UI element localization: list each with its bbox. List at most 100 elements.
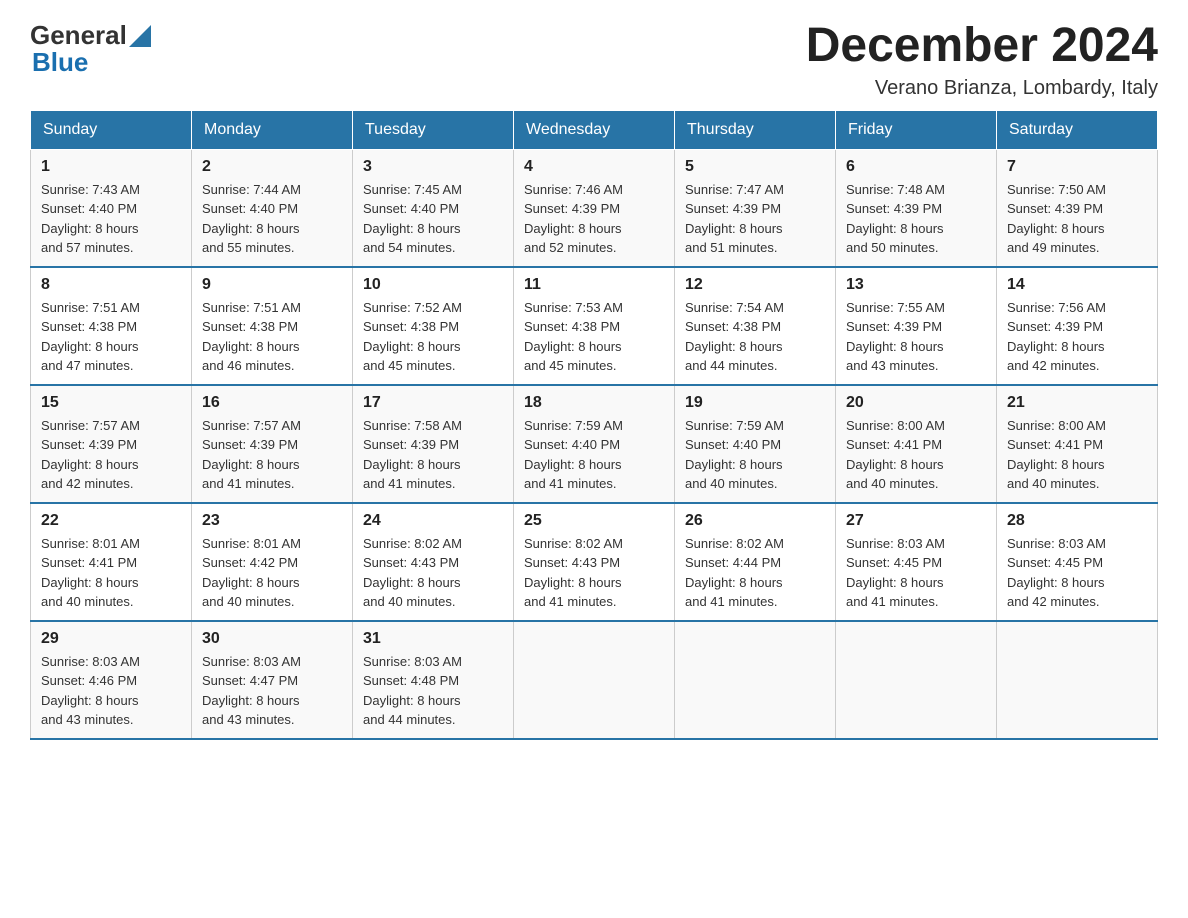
day-info: Sunrise: 7:56 AM Sunset: 4:39 PM Dayligh… — [1007, 298, 1147, 376]
table-row — [514, 621, 675, 739]
table-row: 12 Sunrise: 7:54 AM Sunset: 4:38 PM Dayl… — [675, 267, 836, 385]
day-info: Sunrise: 7:45 AM Sunset: 4:40 PM Dayligh… — [363, 180, 503, 258]
table-row: 17 Sunrise: 7:58 AM Sunset: 4:39 PM Dayl… — [353, 385, 514, 503]
table-row: 14 Sunrise: 7:56 AM Sunset: 4:39 PM Dayl… — [997, 267, 1158, 385]
day-info: Sunrise: 7:57 AM Sunset: 4:39 PM Dayligh… — [41, 416, 181, 494]
day-number: 21 — [1007, 394, 1147, 412]
day-number: 27 — [846, 512, 986, 530]
day-info: Sunrise: 7:58 AM Sunset: 4:39 PM Dayligh… — [363, 416, 503, 494]
calendar-week-row: 1 Sunrise: 7:43 AM Sunset: 4:40 PM Dayli… — [31, 149, 1158, 267]
col-friday: Friday — [836, 110, 997, 149]
location-text: Verano Brianza, Lombardy, Italy — [806, 77, 1158, 100]
day-info: Sunrise: 7:51 AM Sunset: 4:38 PM Dayligh… — [41, 298, 181, 376]
day-number: 28 — [1007, 512, 1147, 530]
table-row: 27 Sunrise: 8:03 AM Sunset: 4:45 PM Dayl… — [836, 503, 997, 621]
day-info: Sunrise: 8:02 AM Sunset: 4:43 PM Dayligh… — [363, 534, 503, 612]
day-number: 4 — [524, 158, 664, 176]
logo: General Blue — [30, 20, 151, 78]
day-info: Sunrise: 7:46 AM Sunset: 4:39 PM Dayligh… — [524, 180, 664, 258]
table-row: 15 Sunrise: 7:57 AM Sunset: 4:39 PM Dayl… — [31, 385, 192, 503]
day-number: 5 — [685, 158, 825, 176]
day-info: Sunrise: 8:00 AM Sunset: 4:41 PM Dayligh… — [1007, 416, 1147, 494]
col-sunday: Sunday — [31, 110, 192, 149]
day-number: 13 — [846, 276, 986, 294]
day-number: 22 — [41, 512, 181, 530]
day-info: Sunrise: 7:55 AM Sunset: 4:39 PM Dayligh… — [846, 298, 986, 376]
table-row — [836, 621, 997, 739]
table-row: 13 Sunrise: 7:55 AM Sunset: 4:39 PM Dayl… — [836, 267, 997, 385]
day-number: 15 — [41, 394, 181, 412]
logo-blue-text: Blue — [32, 47, 88, 78]
table-row: 23 Sunrise: 8:01 AM Sunset: 4:42 PM Dayl… — [192, 503, 353, 621]
table-row: 24 Sunrise: 8:02 AM Sunset: 4:43 PM Dayl… — [353, 503, 514, 621]
table-row: 18 Sunrise: 7:59 AM Sunset: 4:40 PM Dayl… — [514, 385, 675, 503]
table-row: 28 Sunrise: 8:03 AM Sunset: 4:45 PM Dayl… — [997, 503, 1158, 621]
title-block: December 2024 Verano Brianza, Lombardy, … — [806, 20, 1158, 100]
day-number: 18 — [524, 394, 664, 412]
day-info: Sunrise: 7:48 AM Sunset: 4:39 PM Dayligh… — [846, 180, 986, 258]
day-number: 16 — [202, 394, 342, 412]
calendar-header-row: Sunday Monday Tuesday Wednesday Thursday… — [31, 110, 1158, 149]
day-number: 2 — [202, 158, 342, 176]
calendar-table: Sunday Monday Tuesday Wednesday Thursday… — [30, 110, 1158, 740]
table-row: 31 Sunrise: 8:03 AM Sunset: 4:48 PM Dayl… — [353, 621, 514, 739]
day-info: Sunrise: 8:03 AM Sunset: 4:46 PM Dayligh… — [41, 652, 181, 730]
day-info: Sunrise: 8:01 AM Sunset: 4:42 PM Dayligh… — [202, 534, 342, 612]
day-info: Sunrise: 8:00 AM Sunset: 4:41 PM Dayligh… — [846, 416, 986, 494]
day-number: 19 — [685, 394, 825, 412]
month-title: December 2024 — [806, 20, 1158, 73]
table-row: 25 Sunrise: 8:02 AM Sunset: 4:43 PM Dayl… — [514, 503, 675, 621]
table-row: 8 Sunrise: 7:51 AM Sunset: 4:38 PM Dayli… — [31, 267, 192, 385]
day-number: 17 — [363, 394, 503, 412]
day-number: 10 — [363, 276, 503, 294]
day-number: 26 — [685, 512, 825, 530]
table-row: 10 Sunrise: 7:52 AM Sunset: 4:38 PM Dayl… — [353, 267, 514, 385]
day-info: Sunrise: 8:01 AM Sunset: 4:41 PM Dayligh… — [41, 534, 181, 612]
table-row: 11 Sunrise: 7:53 AM Sunset: 4:38 PM Dayl… — [514, 267, 675, 385]
table-row: 9 Sunrise: 7:51 AM Sunset: 4:38 PM Dayli… — [192, 267, 353, 385]
table-row: 21 Sunrise: 8:00 AM Sunset: 4:41 PM Dayl… — [997, 385, 1158, 503]
day-number: 3 — [363, 158, 503, 176]
table-row: 1 Sunrise: 7:43 AM Sunset: 4:40 PM Dayli… — [31, 149, 192, 267]
day-info: Sunrise: 8:03 AM Sunset: 4:45 PM Dayligh… — [1007, 534, 1147, 612]
table-row: 6 Sunrise: 7:48 AM Sunset: 4:39 PM Dayli… — [836, 149, 997, 267]
day-number: 11 — [524, 276, 664, 294]
table-row: 16 Sunrise: 7:57 AM Sunset: 4:39 PM Dayl… — [192, 385, 353, 503]
day-number: 12 — [685, 276, 825, 294]
day-info: Sunrise: 7:57 AM Sunset: 4:39 PM Dayligh… — [202, 416, 342, 494]
day-info: Sunrise: 7:43 AM Sunset: 4:40 PM Dayligh… — [41, 180, 181, 258]
col-tuesday: Tuesday — [353, 110, 514, 149]
table-row: 30 Sunrise: 8:03 AM Sunset: 4:47 PM Dayl… — [192, 621, 353, 739]
day-info: Sunrise: 7:52 AM Sunset: 4:38 PM Dayligh… — [363, 298, 503, 376]
day-info: Sunrise: 7:54 AM Sunset: 4:38 PM Dayligh… — [685, 298, 825, 376]
day-number: 1 — [41, 158, 181, 176]
calendar-week-row: 22 Sunrise: 8:01 AM Sunset: 4:41 PM Dayl… — [31, 503, 1158, 621]
day-number: 20 — [846, 394, 986, 412]
day-number: 24 — [363, 512, 503, 530]
day-number: 7 — [1007, 158, 1147, 176]
day-info: Sunrise: 7:59 AM Sunset: 4:40 PM Dayligh… — [685, 416, 825, 494]
col-saturday: Saturday — [997, 110, 1158, 149]
day-info: Sunrise: 7:47 AM Sunset: 4:39 PM Dayligh… — [685, 180, 825, 258]
table-row — [997, 621, 1158, 739]
page-header: General Blue December 2024 Verano Brianz… — [30, 20, 1158, 100]
table-row: 22 Sunrise: 8:01 AM Sunset: 4:41 PM Dayl… — [31, 503, 192, 621]
col-thursday: Thursday — [675, 110, 836, 149]
day-number: 6 — [846, 158, 986, 176]
calendar-week-row: 8 Sunrise: 7:51 AM Sunset: 4:38 PM Dayli… — [31, 267, 1158, 385]
table-row: 29 Sunrise: 8:03 AM Sunset: 4:46 PM Dayl… — [31, 621, 192, 739]
col-monday: Monday — [192, 110, 353, 149]
day-info: Sunrise: 7:59 AM Sunset: 4:40 PM Dayligh… — [524, 416, 664, 494]
day-number: 8 — [41, 276, 181, 294]
day-number: 9 — [202, 276, 342, 294]
day-info: Sunrise: 7:51 AM Sunset: 4:38 PM Dayligh… — [202, 298, 342, 376]
day-number: 30 — [202, 630, 342, 648]
day-number: 25 — [524, 512, 664, 530]
day-info: Sunrise: 8:03 AM Sunset: 4:45 PM Dayligh… — [846, 534, 986, 612]
day-number: 14 — [1007, 276, 1147, 294]
table-row: 20 Sunrise: 8:00 AM Sunset: 4:41 PM Dayl… — [836, 385, 997, 503]
table-row: 4 Sunrise: 7:46 AM Sunset: 4:39 PM Dayli… — [514, 149, 675, 267]
table-row: 19 Sunrise: 7:59 AM Sunset: 4:40 PM Dayl… — [675, 385, 836, 503]
day-number: 29 — [41, 630, 181, 648]
calendar-week-row: 15 Sunrise: 7:57 AM Sunset: 4:39 PM Dayl… — [31, 385, 1158, 503]
